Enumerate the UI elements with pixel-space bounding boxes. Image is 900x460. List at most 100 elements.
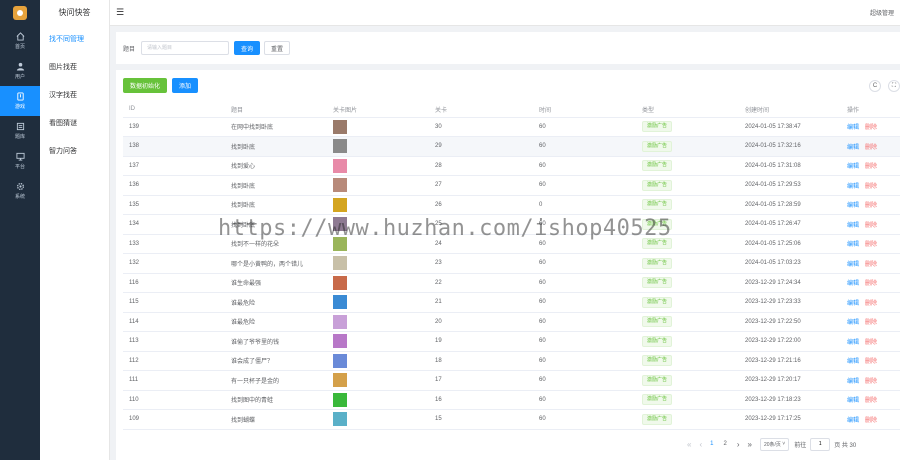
submenu-title: 快问快答 bbox=[58, 8, 91, 17]
delete-button[interactable]: 删除 bbox=[865, 145, 877, 151]
submenu-item-picture-riddle[interactable]: 看图猜谜 bbox=[40, 110, 109, 138]
column-header-level[interactable]: 关卡 bbox=[429, 102, 533, 118]
level-thumbnail[interactable] bbox=[333, 217, 347, 232]
edit-button[interactable]: 编辑 bbox=[847, 242, 859, 248]
level-thumbnail[interactable] bbox=[333, 119, 347, 134]
submenu-item-spot-difference[interactable]: 找不同管理 bbox=[40, 26, 109, 54]
prev-page-icon[interactable]: ‹ bbox=[699, 440, 702, 449]
level-thumbnail[interactable] bbox=[333, 314, 347, 329]
reset-button[interactable]: 重置 bbox=[264, 41, 291, 55]
edit-button[interactable]: 编辑 bbox=[847, 398, 859, 404]
cell-image bbox=[327, 253, 429, 274]
delete-button[interactable]: 删除 bbox=[865, 223, 877, 229]
delete-button[interactable]: 删除 bbox=[865, 203, 877, 209]
edit-button[interactable]: 编辑 bbox=[847, 223, 859, 229]
level-thumbnail[interactable] bbox=[333, 197, 347, 212]
edit-button[interactable]: 编辑 bbox=[847, 125, 859, 131]
edit-button[interactable]: 编辑 bbox=[847, 301, 859, 307]
edit-button[interactable]: 编辑 bbox=[847, 281, 859, 287]
edit-button[interactable]: 编辑 bbox=[847, 320, 859, 326]
column-header-created[interactable]: 创建时间 bbox=[739, 102, 841, 118]
edit-button[interactable]: 编辑 bbox=[847, 164, 859, 170]
cell-time: 60 bbox=[533, 156, 636, 176]
level-thumbnail[interactable] bbox=[333, 392, 347, 407]
submenu-item-quiz[interactable]: 智力问答 bbox=[40, 138, 109, 166]
edit-button[interactable]: 编辑 bbox=[847, 203, 859, 209]
delete-button[interactable]: 删除 bbox=[865, 242, 877, 248]
rail-item-home[interactable]: 首页 bbox=[0, 26, 40, 56]
rail-item-label: 用户 bbox=[14, 74, 25, 80]
delete-button[interactable]: 删除 bbox=[865, 262, 877, 268]
rail-item-platform[interactable]: 平台 bbox=[0, 146, 40, 176]
cell-time: 0 bbox=[533, 195, 636, 215]
user-menu[interactable]: 超级管理 bbox=[870, 8, 894, 17]
search-input[interactable] bbox=[141, 41, 230, 55]
last-page-icon[interactable]: » bbox=[747, 440, 751, 449]
level-thumbnail[interactable] bbox=[333, 256, 347, 271]
level-thumbnail[interactable] bbox=[333, 412, 347, 427]
edit-button[interactable]: 编辑 bbox=[847, 359, 859, 365]
delete-button[interactable]: 删除 bbox=[865, 359, 877, 365]
edit-button[interactable]: 编辑 bbox=[847, 184, 859, 190]
delete-button[interactable]: 删除 bbox=[865, 379, 877, 385]
delete-button[interactable]: 删除 bbox=[865, 340, 877, 346]
page-number[interactable]: 1 bbox=[710, 441, 713, 447]
rail-item-user[interactable]: 用户 bbox=[0, 56, 40, 86]
delete-button[interactable]: 删除 bbox=[865, 125, 877, 131]
hamburger-icon[interactable]: ☰ bbox=[116, 7, 124, 18]
edit-button[interactable]: 编辑 bbox=[847, 262, 859, 268]
type-tag: 激励广告 bbox=[642, 121, 673, 133]
level-thumbnail[interactable] bbox=[333, 295, 347, 310]
level-thumbnail[interactable] bbox=[333, 178, 347, 193]
goto-input[interactable] bbox=[810, 437, 831, 451]
first-page-icon[interactable]: « bbox=[687, 440, 691, 449]
delete-button[interactable]: 删除 bbox=[865, 184, 877, 190]
cell-type: 激励广告 bbox=[636, 117, 739, 137]
fullscreen-icon[interactable]: ⛶ bbox=[888, 80, 900, 92]
rail-item-game[interactable]: 游戏 bbox=[0, 86, 40, 116]
level-thumbnail[interactable] bbox=[333, 373, 347, 388]
app-logo bbox=[0, 0, 40, 26]
level-thumbnail[interactable] bbox=[333, 139, 347, 154]
cell-title: 谁偷了爷爷里的钱 bbox=[225, 331, 327, 352]
edit-button[interactable]: 编辑 bbox=[847, 418, 859, 424]
cell-id: 110 bbox=[123, 390, 225, 410]
column-header-title[interactable]: 题目 bbox=[225, 102, 327, 118]
cell-type: 激励广告 bbox=[636, 292, 739, 313]
init-data-button[interactable]: 数据初始化 bbox=[123, 78, 168, 93]
type-tag: 激励广告 bbox=[642, 238, 673, 250]
level-thumbnail[interactable] bbox=[333, 275, 347, 290]
submenu-item-image-find[interactable]: 图片找茬 bbox=[40, 54, 109, 82]
delete-button[interactable]: 删除 bbox=[865, 164, 877, 170]
delete-button[interactable]: 删除 bbox=[865, 301, 877, 307]
level-thumbnail[interactable] bbox=[333, 236, 347, 251]
refresh-icon[interactable]: C bbox=[869, 80, 881, 92]
cell-id: 115 bbox=[123, 292, 225, 313]
edit-button[interactable]: 编辑 bbox=[847, 379, 859, 385]
level-thumbnail[interactable] bbox=[333, 334, 347, 349]
column-header-id[interactable]: ID bbox=[123, 102, 225, 118]
page-number[interactable]: 2 bbox=[723, 441, 726, 447]
column-header-image[interactable]: 关卡图片 bbox=[327, 102, 429, 118]
page-size-select[interactable]: 20条/页 ˅ bbox=[759, 437, 790, 451]
add-button[interactable]: 添加 bbox=[172, 78, 199, 93]
delete-button[interactable]: 删除 bbox=[865, 418, 877, 424]
cell-id: 113 bbox=[123, 331, 225, 352]
delete-button[interactable]: 删除 bbox=[865, 320, 877, 326]
edit-button[interactable]: 编辑 bbox=[847, 145, 859, 151]
type-tag: 激励广告 bbox=[642, 355, 673, 367]
level-thumbnail[interactable] bbox=[333, 353, 347, 368]
submenu-item-char-find[interactable]: 汉字找茬 bbox=[40, 82, 109, 110]
edit-button[interactable]: 编辑 bbox=[847, 340, 859, 346]
next-page-icon[interactable]: › bbox=[737, 440, 740, 449]
rail-item-system[interactable]: 系统 bbox=[0, 176, 40, 206]
rail-item-bank[interactable]: 题库 bbox=[0, 116, 40, 146]
delete-button[interactable]: 删除 bbox=[865, 281, 877, 287]
cell-level: 15 bbox=[429, 409, 533, 430]
column-header-type[interactable]: 类型 bbox=[636, 102, 739, 118]
level-thumbnail[interactable] bbox=[333, 158, 347, 173]
column-header-time[interactable]: 时间 bbox=[533, 102, 636, 118]
cell-id: 114 bbox=[123, 312, 225, 332]
delete-button[interactable]: 删除 bbox=[865, 398, 877, 404]
search-button[interactable]: 查询 bbox=[234, 41, 261, 55]
